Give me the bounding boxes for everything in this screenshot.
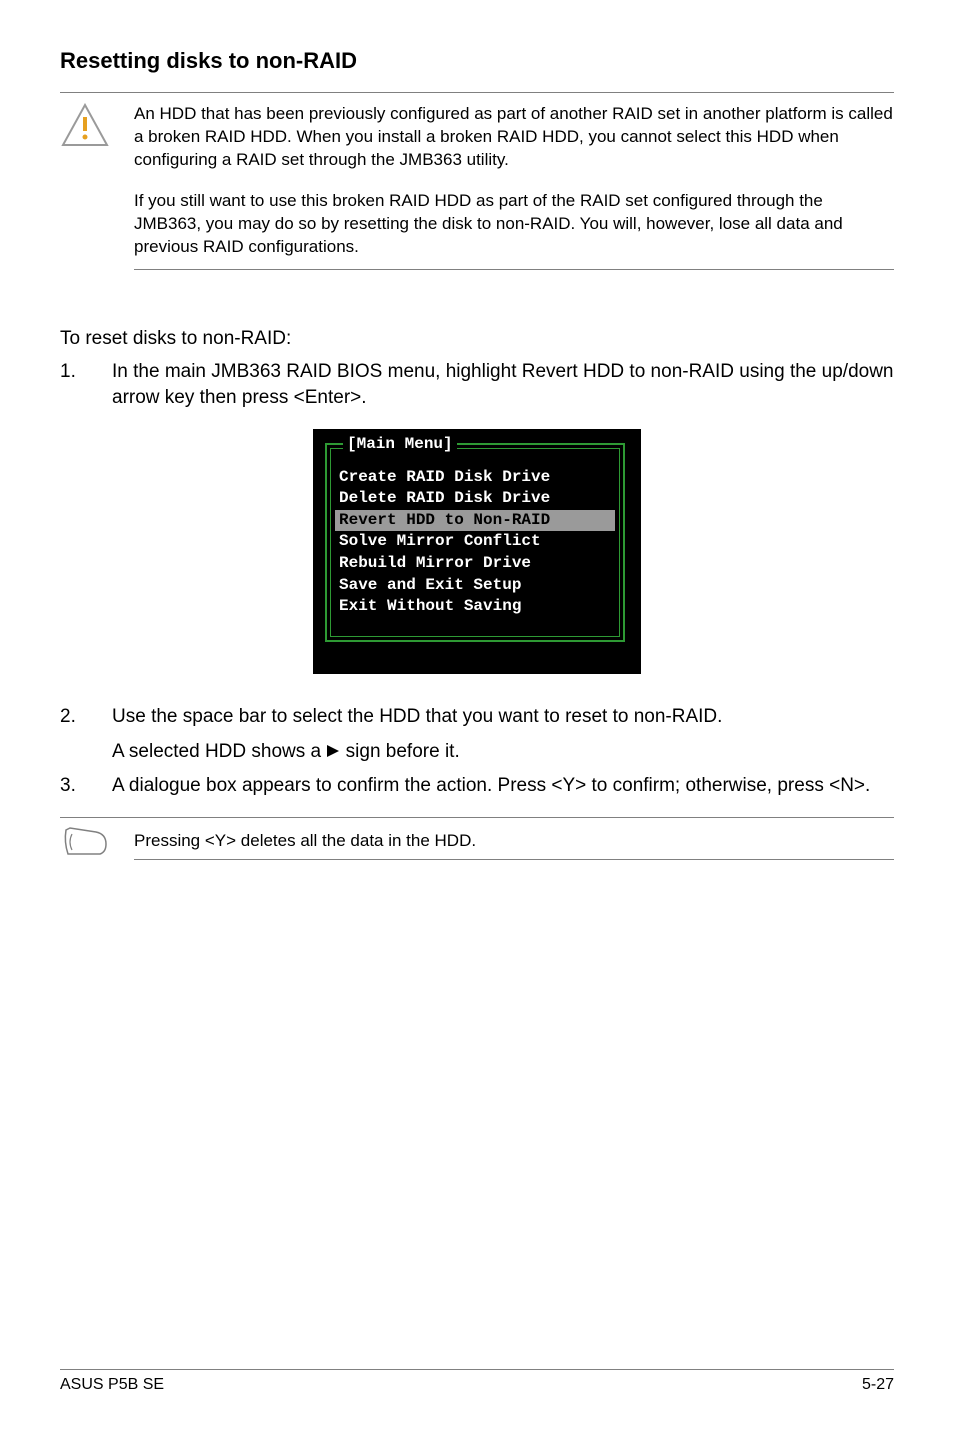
warning-paragraph-2: If you still want to use this broken RAI…	[134, 190, 894, 259]
note-icon	[62, 824, 108, 860]
step-3: 3. A dialogue box appears to confirm the…	[60, 773, 894, 799]
step-3-text: A dialogue box appears to confirm the ac…	[112, 773, 894, 799]
step-2-number: 2.	[60, 704, 88, 765]
bios-item-solve: Solve Mirror Conflict	[335, 531, 615, 553]
bios-item-revert: Revert HDD to Non-RAID	[335, 510, 615, 532]
footer-right: 5-27	[862, 1376, 894, 1394]
step-2-line-2: A selected HDD shows a sign before it.	[112, 739, 894, 765]
footer-left: ASUS P5B SE	[60, 1376, 164, 1394]
warning-block: An HDD that has been previously configur…	[60, 92, 894, 270]
section-heading: Resetting disks to non-RAID	[60, 48, 894, 74]
bios-item-save: Save and Exit Setup	[335, 575, 615, 597]
bios-item-exit: Exit Without Saving	[335, 596, 615, 618]
note-text: Pressing <Y> deletes all the data in the…	[134, 824, 894, 860]
step-1-text: In the main JMB363 RAID BIOS menu, highl…	[112, 359, 894, 410]
step-1-number: 1.	[60, 359, 88, 410]
intro-text: To reset disks to non-RAID:	[60, 326, 894, 352]
step-3-number: 3.	[60, 773, 88, 799]
warning-paragraph-1: An HDD that has been previously configur…	[134, 103, 894, 172]
bios-item-create: Create RAID Disk Drive	[335, 467, 615, 489]
step-2: 2. Use the space bar to select the HDD t…	[60, 704, 894, 765]
note-block: Pressing <Y> deletes all the data in the…	[60, 817, 894, 866]
page-footer: ASUS P5B SE 5-27	[60, 1369, 894, 1394]
step-1: 1. In the main JMB363 RAID BIOS menu, hi…	[60, 359, 894, 410]
bios-item-rebuild: Rebuild Mirror Drive	[335, 553, 615, 575]
warning-icon	[61, 103, 109, 147]
bios-menu-title: [Main Menu]	[343, 434, 457, 456]
bios-item-delete: Delete RAID Disk Drive	[335, 488, 615, 510]
step-2-line-1: Use the space bar to select the HDD that…	[112, 704, 894, 730]
triangle-icon	[326, 744, 340, 758]
bios-menu: [Main Menu] Create RAID Disk Drive Delet…	[313, 429, 641, 674]
